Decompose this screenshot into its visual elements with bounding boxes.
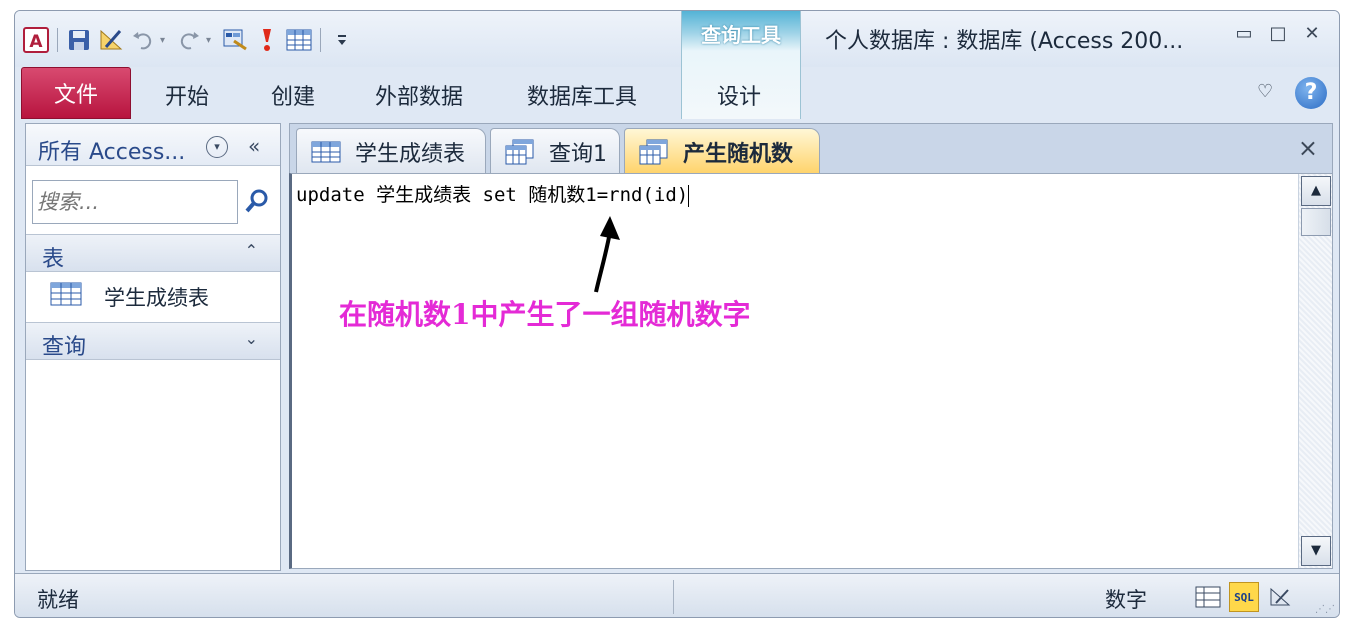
nav-group-queries[interactable]: 查询 ⌄: [26, 322, 280, 360]
nav-dropdown-icon[interactable]: ▾: [206, 136, 228, 158]
nav-item-label: 学生成绩表: [104, 286, 209, 310]
tab-database-tools[interactable]: 数据库工具: [527, 79, 637, 111]
minimize-ribbon-icon[interactable]: ♡: [1257, 81, 1273, 102]
nav-search-box[interactable]: [32, 180, 238, 224]
chevron-up-icon[interactable]: ⌃: [245, 241, 258, 260]
annotation-arrow: [594, 216, 620, 293]
access-logo-icon[interactable]: A: [21, 25, 51, 55]
status-mode: 数字: [1105, 588, 1147, 612]
minimize-button[interactable]: ▭: [1229, 23, 1259, 44]
scroll-thumb[interactable]: [1301, 208, 1331, 236]
text-caret: [688, 184, 690, 207]
search-input[interactable]: [33, 181, 237, 223]
status-text: 就绪: [37, 588, 79, 612]
nav-title[interactable]: 所有 Access...: [38, 134, 185, 166]
ribbon-tabs: 文件 开始 创建 外部数据 数据库工具 设计 ♡ ?: [15, 67, 1339, 121]
nav-item-student-scores[interactable]: 学生成绩表: [26, 272, 280, 318]
resize-grip-icon[interactable]: ⋰⋰: [1315, 604, 1335, 615]
sql-editor[interactable]: update 学生成绩表 set 随机数1=rnd(id) ▲ ▼: [289, 173, 1333, 569]
tab-home[interactable]: 开始: [165, 79, 209, 111]
sql-statement[interactable]: update 学生成绩表 set 随机数1=rnd(id): [296, 184, 688, 206]
tab-design[interactable]: 设计: [717, 79, 761, 111]
tab-student-scores[interactable]: 学生成绩表: [296, 128, 486, 174]
run-icon[interactable]: [252, 25, 282, 55]
access-window: A ▾ ▾ 个人数据库: 数据库 (Access 200... ▭ □ ✕ 查…: [14, 10, 1340, 618]
svg-text:A: A: [29, 32, 43, 52]
status-bar: 就绪 数字 SQL ⋰⋰: [15, 573, 1339, 617]
vertical-scrollbar[interactable]: ▲ ▼: [1298, 174, 1332, 568]
view-switcher: SQL: [1193, 582, 1295, 612]
close-document-icon[interactable]: ×: [1298, 134, 1318, 162]
tab-label: 学生成绩表: [355, 141, 466, 167]
design-icon[interactable]: [96, 25, 126, 55]
undo-icon[interactable]: [128, 25, 158, 55]
scroll-up-button[interactable]: ▲: [1301, 176, 1331, 206]
tab-query1[interactable]: 查询1: [490, 128, 620, 174]
help-icon[interactable]: ?: [1295, 77, 1327, 109]
qat-separator: [320, 28, 321, 52]
nav-group-label: 查询: [42, 335, 87, 360]
tab-label: 查询1: [549, 141, 607, 167]
annotation-text: 在随机数1中产生了一组随机数字: [339, 298, 751, 331]
undo-dropdown-icon[interactable]: ▾: [160, 35, 172, 46]
nav-header[interactable]: 所有 Access... ▾ «: [26, 124, 280, 166]
scroll-down-button[interactable]: ▼: [1301, 536, 1331, 566]
nav-group-tables[interactable]: 表 ⌃: [26, 234, 280, 272]
query-icon: [639, 139, 669, 165]
qat-separator: [57, 28, 58, 52]
design-view-icon[interactable]: [1265, 582, 1295, 612]
navigation-pane: 所有 Access... ▾ « 表 ⌃ 学生成绩表 查询 ⌄: [25, 123, 281, 571]
tab-external-data[interactable]: 外部数据: [375, 79, 463, 111]
nav-collapse-icon[interactable]: «: [248, 134, 260, 158]
status-divider: [673, 580, 674, 614]
table-icon: [311, 141, 341, 163]
quick-access-toolbar: A ▾ ▾: [21, 23, 357, 57]
query-icon: [505, 139, 535, 165]
tab-file[interactable]: 文件: [21, 67, 131, 119]
save-icon[interactable]: [64, 25, 94, 55]
chevron-down-icon[interactable]: ⌄: [245, 329, 258, 348]
table-icon[interactable]: [284, 25, 314, 55]
nav-group-label: 表: [42, 247, 65, 272]
search-icon[interactable]: [242, 186, 272, 216]
context-group-title: 查询工具: [701, 23, 781, 47]
redo-icon[interactable]: [174, 25, 204, 55]
view-icon[interactable]: [220, 25, 250, 55]
tab-create[interactable]: 创建: [271, 79, 315, 111]
sql-view-button[interactable]: SQL: [1229, 582, 1259, 612]
title-bar: A ▾ ▾ 个人数据库: 数据库 (Access 200... ▭ □ ✕: [15, 11, 1339, 67]
table-icon: [50, 282, 82, 310]
redo-dropdown-icon[interactable]: ▾: [206, 35, 218, 46]
tab-label: 产生随机数: [683, 141, 794, 167]
maximize-button[interactable]: □: [1263, 23, 1293, 44]
datasheet-view-icon[interactable]: [1193, 582, 1223, 612]
tab-generate-random[interactable]: 产生随机数: [624, 128, 820, 174]
customize-qat-icon[interactable]: [327, 25, 357, 55]
document-tabs: 学生成绩表 查询1 产生随机数 ×: [289, 123, 1333, 174]
window-title: 个人数据库 : 数据库 (Access 200...: [825, 29, 1184, 54]
close-button[interactable]: ✕: [1297, 23, 1327, 44]
sql-text[interactable]: update 学生成绩表 set 随机数1=rnd(id): [296, 180, 690, 207]
